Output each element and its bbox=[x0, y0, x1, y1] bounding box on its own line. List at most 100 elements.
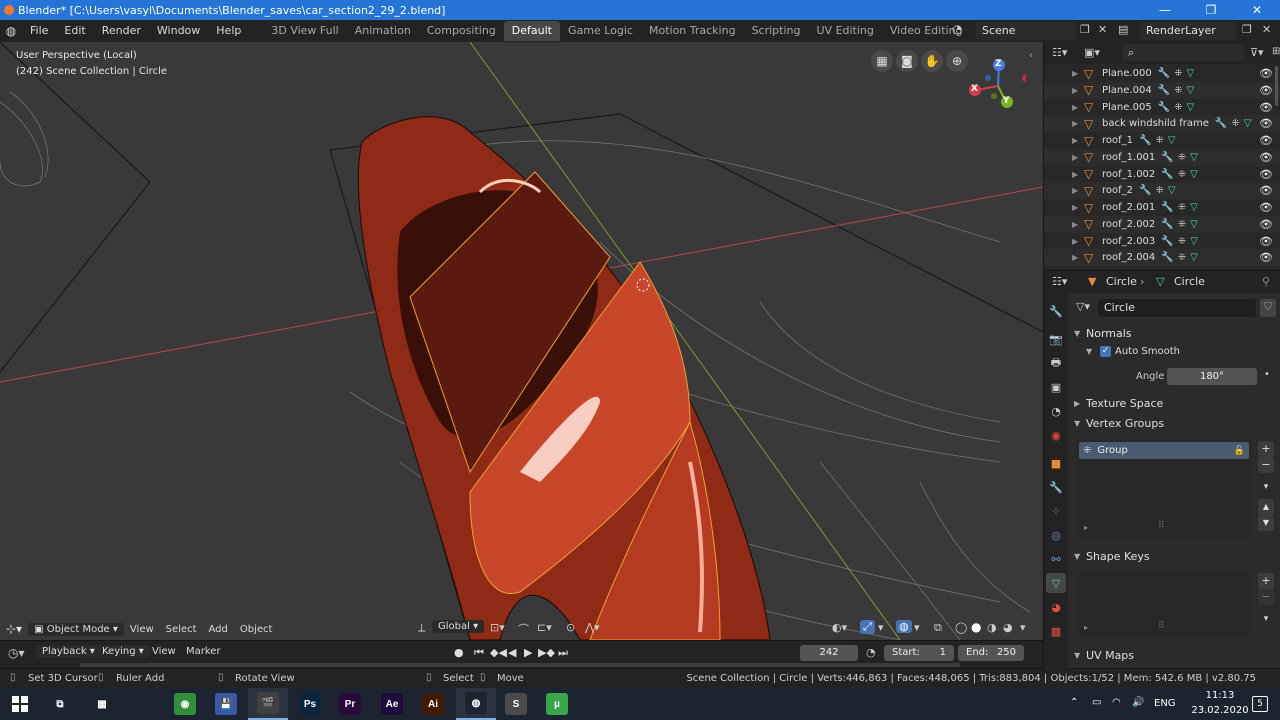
vg-specials-button[interactable]: ▾ bbox=[1258, 479, 1274, 495]
eye-icon[interactable]: 👁 bbox=[1259, 201, 1273, 214]
texture-tab-icon[interactable]: ▩ bbox=[1046, 621, 1066, 641]
overlay-toggle-icon[interactable]: ◍ bbox=[896, 620, 912, 633]
timeline-menu-playback[interactable]: Playback ▾ bbox=[36, 645, 101, 658]
vg-add-button[interactable]: + bbox=[1258, 441, 1274, 457]
modifier-icon[interactable]: 🔧 bbox=[1161, 152, 1173, 163]
display-mode-icon[interactable]: ▣▾ bbox=[1084, 46, 1100, 59]
mesh-name-field[interactable]: Circle bbox=[1098, 299, 1256, 317]
tab-game-logic[interactable]: Game Logic bbox=[560, 21, 641, 41]
shading-dropdown-icon[interactable]: ▾ bbox=[1020, 621, 1026, 634]
outliner-add-icon[interactable]: ⊞ bbox=[1272, 46, 1280, 57]
render-layer-copy-icon[interactable]: ❐ bbox=[1242, 23, 1252, 36]
taskbar-save-app[interactable]: 💾 bbox=[206, 688, 246, 720]
eye-icon[interactable]: 👁 bbox=[1259, 84, 1273, 97]
3d-viewport[interactable]: User Perspective (Local) (242) Scene Col… bbox=[0, 42, 1043, 640]
outliner-item[interactable]: ▶ ▽ roof_1.001 🔧 ⁜ ▽ 👁 bbox=[1044, 148, 1280, 166]
next-keyframe-icon[interactable]: ▶◆ bbox=[538, 646, 555, 659]
sk-add-button[interactable]: + bbox=[1258, 573, 1274, 589]
outliner-item[interactable]: ▶ ▽ Plane.000 🔧 ⁜ ▽ 👁 bbox=[1044, 65, 1280, 82]
constraints-tab-icon[interactable]: ⚯ bbox=[1046, 549, 1066, 569]
shading-wireframe-icon[interactable]: ◯ bbox=[955, 621, 967, 634]
eye-icon[interactable]: 👁 bbox=[1259, 251, 1273, 264]
scene-icon[interactable]: ◔ bbox=[952, 22, 962, 36]
uv-maps-panel-header[interactable]: ▼ UV Maps bbox=[1074, 645, 1279, 665]
expand-arrow-icon[interactable]: ▶ bbox=[1072, 237, 1084, 246]
modifier-icon[interactable]: 🔧 bbox=[1161, 169, 1173, 180]
modifier-icon[interactable]: 🔧 bbox=[1161, 202, 1173, 213]
outliner-item[interactable]: ▶ ▽ roof_2 🔧 ⁜ ▽ 👁 bbox=[1044, 182, 1280, 200]
shape-keys-panel-header[interactable]: ▼ Shape Keys bbox=[1074, 546, 1279, 566]
tab-uv-editing[interactable]: UV Editing bbox=[809, 21, 882, 41]
modifier-icon[interactable]: 🔧 bbox=[1161, 252, 1173, 263]
close-button[interactable]: ✕ bbox=[1234, 0, 1280, 20]
modifier-icon[interactable]: 🔧 bbox=[1158, 68, 1170, 79]
render-layer-icon[interactable]: ▤ bbox=[1118, 23, 1128, 36]
taskbar-after-effects[interactable]: Ae bbox=[372, 688, 412, 720]
orientation-selector[interactable]: Global ▾ bbox=[432, 620, 485, 633]
vertex-groups-panel-header[interactable]: ▼ Vertex Groups bbox=[1074, 413, 1279, 433]
render-layer-close-icon[interactable]: ✕ bbox=[1262, 23, 1271, 36]
scene-close-icon[interactable]: ✕ bbox=[1098, 23, 1107, 36]
end-frame-field[interactable]: End: 250 bbox=[958, 645, 1024, 661]
menu-render[interactable]: Render bbox=[94, 20, 149, 42]
world-tab-icon[interactable]: ◉ bbox=[1046, 425, 1066, 445]
navigation-gizmo[interactable]: Z Y X bbox=[966, 56, 1030, 116]
snap-icon[interactable]: ⌒ bbox=[518, 621, 529, 637]
header-menu-select[interactable]: Select bbox=[160, 624, 203, 635]
outliner-item[interactable]: ▶ ▽ Plane.004 🔧 ⁜ ▽ 👁 bbox=[1044, 81, 1280, 99]
tab-default[interactable]: Default bbox=[503, 21, 560, 41]
preview-range-icon[interactable]: ◔ bbox=[866, 646, 876, 659]
expand-arrow-icon[interactable]: ▶ bbox=[1072, 170, 1084, 179]
menu-edit[interactable]: Edit bbox=[56, 20, 93, 42]
jump-end-icon[interactable]: ⏭ bbox=[558, 646, 568, 660]
sk-specials-button[interactable]: ▾ bbox=[1258, 611, 1274, 627]
expand-arrow-icon[interactable]: ▶ bbox=[1072, 69, 1084, 78]
fake-user-icon[interactable]: ⛉ bbox=[1260, 299, 1276, 317]
shading-solid-icon[interactable]: ● bbox=[971, 620, 981, 634]
timeline-scrollbar[interactable] bbox=[80, 663, 960, 667]
shading-material-icon[interactable]: ◑ bbox=[987, 621, 997, 634]
snap-target-icon[interactable]: ⊏▾ bbox=[537, 621, 552, 634]
timeline-menu-view[interactable]: View bbox=[146, 646, 182, 657]
gizmo-toggle-icon[interactable]: ⤢ bbox=[860, 620, 875, 634]
list-resize-handle[interactable]: ⠿ bbox=[1158, 621, 1165, 631]
taskbar-sublime[interactable]: S bbox=[496, 688, 536, 720]
record-icon[interactable]: ● bbox=[454, 646, 464, 659]
language-indicator[interactable]: ENG bbox=[1154, 698, 1176, 709]
eye-icon[interactable]: 👁 bbox=[1259, 101, 1273, 114]
properties-editor-icon[interactable]: ☷▾ bbox=[1052, 275, 1067, 288]
angle-field[interactable]: 180° bbox=[1167, 368, 1257, 385]
modifier-icon[interactable]: 🔧 bbox=[1158, 85, 1170, 96]
volume-icon[interactable]: 🔊 bbox=[1132, 697, 1144, 708]
list-resize-handle[interactable]: ⠿ bbox=[1158, 521, 1165, 531]
mesh-browse-icon[interactable]: ▽▾ bbox=[1076, 300, 1090, 313]
visibility-icon[interactable]: ◐▾ bbox=[832, 621, 847, 634]
outliner-item[interactable]: ▶ ▽ roof_2.001 🔧 ⁜ ▽ 👁 bbox=[1044, 199, 1280, 216]
list-expand-icon[interactable]: ▸ bbox=[1084, 623, 1088, 632]
taskbar-illustrator[interactable]: Ai bbox=[413, 688, 453, 720]
expand-arrow-icon[interactable]: ▶ bbox=[1072, 153, 1084, 162]
jump-start-icon[interactable]: ⏮ bbox=[474, 646, 484, 660]
sk-remove-button[interactable]: − bbox=[1258, 589, 1274, 605]
modifier-icon[interactable]: 🔧 bbox=[1161, 219, 1173, 230]
normals-panel-header[interactable]: ▼ Normals bbox=[1074, 323, 1279, 343]
sidebar-toggle-icon[interactable]: ‹ bbox=[1029, 50, 1033, 61]
taskbar-premiere[interactable]: Pr bbox=[330, 688, 370, 720]
pivot-icon[interactable]: ⊡▾ bbox=[490, 621, 505, 634]
scene-tab-icon[interactable]: ◔ bbox=[1046, 401, 1066, 421]
clock-date[interactable]: 23.02.2020 bbox=[1190, 705, 1250, 716]
overlay-dropdown-icon[interactable]: ▾ bbox=[914, 621, 920, 634]
maximize-button[interactable]: ❐ bbox=[1188, 0, 1234, 20]
eye-icon[interactable]: 👁 bbox=[1259, 134, 1273, 147]
proportional-edit-icon[interactable]: ⊙ bbox=[566, 621, 575, 634]
expand-arrow-icon[interactable]: ▶ bbox=[1072, 103, 1084, 112]
texture-space-panel-header[interactable]: ▶ Texture Space bbox=[1074, 393, 1279, 413]
timeline-menu-marker[interactable]: Marker bbox=[180, 646, 227, 657]
mesh-data-tab-icon[interactable]: ▽ bbox=[1046, 573, 1066, 593]
outliner-item[interactable]: ▶ ▽ roof_1 🔧 ⁜ ▽ 👁 bbox=[1044, 132, 1280, 149]
expand-arrow-icon[interactable]: ▶ bbox=[1072, 253, 1084, 262]
vg-move-up-button[interactable]: ▲ bbox=[1258, 499, 1274, 515]
header-menu-add[interactable]: Add bbox=[203, 624, 234, 635]
clock-time[interactable]: 11:13 bbox=[1196, 690, 1244, 701]
play-reverse-icon[interactable]: ◀ bbox=[508, 646, 516, 659]
